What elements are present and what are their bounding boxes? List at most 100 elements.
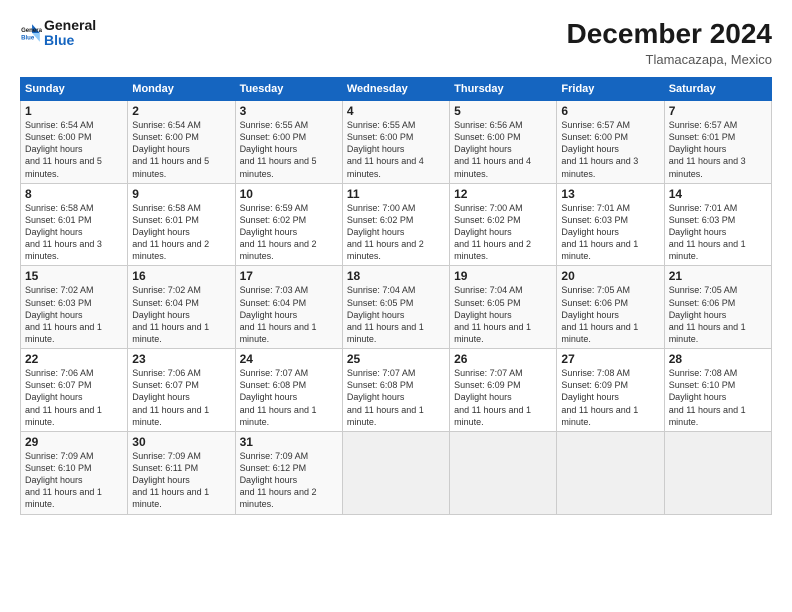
day-info: Sunrise: 6:56 AM Sunset: 6:00 PM Dayligh…	[454, 119, 552, 180]
sunset-label: Sunset: 6:09 PM	[454, 380, 521, 390]
logo-text-blue: Blue	[44, 33, 96, 48]
sunrise-label: Sunrise: 6:58 AM	[132, 203, 201, 213]
day-number: 11	[347, 187, 445, 201]
day-info: Sunrise: 7:03 AM Sunset: 6:04 PM Dayligh…	[240, 284, 338, 345]
daylight-label: Daylight hours	[669, 392, 727, 402]
daylight-value: and 11 hours and 1 minute.	[347, 405, 424, 427]
daylight-value: and 11 hours and 1 minute.	[561, 239, 638, 261]
day-info: Sunrise: 6:58 AM Sunset: 6:01 PM Dayligh…	[132, 202, 230, 263]
daylight-label: Daylight hours	[347, 227, 405, 237]
sunset-label: Sunset: 6:02 PM	[240, 215, 307, 225]
sunrise-label: Sunrise: 6:58 AM	[25, 203, 94, 213]
daylight-label: Daylight hours	[132, 227, 190, 237]
calendar-cell	[450, 431, 557, 514]
sunset-label: Sunset: 6:10 PM	[669, 380, 736, 390]
calendar-cell: 21 Sunrise: 7:05 AM Sunset: 6:06 PM Dayl…	[664, 266, 771, 349]
col-header-wednesday: Wednesday	[342, 78, 449, 101]
day-info: Sunrise: 7:08 AM Sunset: 6:09 PM Dayligh…	[561, 367, 659, 428]
day-number: 6	[561, 104, 659, 118]
daylight-label: Daylight hours	[669, 144, 727, 154]
calendar-cell: 7 Sunrise: 6:57 AM Sunset: 6:01 PM Dayli…	[664, 101, 771, 184]
sunrise-label: Sunrise: 6:54 AM	[132, 120, 201, 130]
daylight-value: and 11 hours and 1 minute.	[132, 322, 209, 344]
sunset-label: Sunset: 6:04 PM	[240, 298, 307, 308]
sunset-label: Sunset: 6:11 PM	[132, 463, 198, 473]
daylight-label: Daylight hours	[454, 392, 512, 402]
calendar-cell	[342, 431, 449, 514]
sunset-label: Sunset: 6:06 PM	[669, 298, 736, 308]
col-header-monday: Monday	[128, 78, 235, 101]
calendar-cell: 31 Sunrise: 7:09 AM Sunset: 6:12 PM Dayl…	[235, 431, 342, 514]
daylight-label: Daylight hours	[454, 227, 512, 237]
sunrise-label: Sunrise: 7:00 AM	[347, 203, 416, 213]
sunrise-label: Sunrise: 7:05 AM	[561, 285, 630, 295]
daylight-label: Daylight hours	[347, 144, 405, 154]
daylight-value: and 11 hours and 3 minutes.	[25, 239, 102, 261]
sunset-label: Sunset: 6:03 PM	[561, 215, 628, 225]
daylight-label: Daylight hours	[132, 392, 190, 402]
calendar-cell: 28 Sunrise: 7:08 AM Sunset: 6:10 PM Dayl…	[664, 349, 771, 432]
day-number: 30	[132, 435, 230, 449]
calendar-table: SundayMondayTuesdayWednesdayThursdayFrid…	[20, 77, 772, 515]
daylight-value: and 11 hours and 1 minute.	[561, 322, 638, 344]
calendar-week-row: 15 Sunrise: 7:02 AM Sunset: 6:03 PM Dayl…	[21, 266, 772, 349]
day-info: Sunrise: 7:05 AM Sunset: 6:06 PM Dayligh…	[669, 284, 767, 345]
day-info: Sunrise: 6:57 AM Sunset: 6:01 PM Dayligh…	[669, 119, 767, 180]
daylight-value: and 11 hours and 1 minute.	[25, 322, 102, 344]
sunrise-label: Sunrise: 7:09 AM	[132, 451, 201, 461]
sunrise-label: Sunrise: 6:54 AM	[25, 120, 94, 130]
calendar-week-row: 8 Sunrise: 6:58 AM Sunset: 6:01 PM Dayli…	[21, 183, 772, 266]
sunrise-label: Sunrise: 7:01 AM	[561, 203, 630, 213]
calendar-cell: 3 Sunrise: 6:55 AM Sunset: 6:00 PM Dayli…	[235, 101, 342, 184]
calendar-cell: 10 Sunrise: 6:59 AM Sunset: 6:02 PM Dayl…	[235, 183, 342, 266]
daylight-label: Daylight hours	[669, 310, 727, 320]
day-number: 27	[561, 352, 659, 366]
day-info: Sunrise: 7:00 AM Sunset: 6:02 PM Dayligh…	[347, 202, 445, 263]
daylight-label: Daylight hours	[347, 392, 405, 402]
sunset-label: Sunset: 6:01 PM	[25, 215, 92, 225]
day-info: Sunrise: 7:07 AM Sunset: 6:08 PM Dayligh…	[240, 367, 338, 428]
calendar-cell: 12 Sunrise: 7:00 AM Sunset: 6:02 PM Dayl…	[450, 183, 557, 266]
calendar-cell: 11 Sunrise: 7:00 AM Sunset: 6:02 PM Dayl…	[342, 183, 449, 266]
day-number: 19	[454, 269, 552, 283]
daylight-label: Daylight hours	[25, 310, 83, 320]
day-info: Sunrise: 7:07 AM Sunset: 6:08 PM Dayligh…	[347, 367, 445, 428]
daylight-label: Daylight hours	[561, 144, 619, 154]
sunrise-label: Sunrise: 7:06 AM	[132, 368, 201, 378]
calendar-cell: 26 Sunrise: 7:07 AM Sunset: 6:09 PM Dayl…	[450, 349, 557, 432]
calendar-page: General Blue General Blue December 2024 …	[0, 0, 792, 612]
calendar-cell: 24 Sunrise: 7:07 AM Sunset: 6:08 PM Dayl…	[235, 349, 342, 432]
sunrise-label: Sunrise: 6:59 AM	[240, 203, 309, 213]
sunset-label: Sunset: 6:09 PM	[561, 380, 628, 390]
daylight-label: Daylight hours	[454, 310, 512, 320]
sunset-label: Sunset: 6:01 PM	[669, 132, 736, 142]
daylight-value: and 11 hours and 1 minute.	[347, 322, 424, 344]
calendar-cell: 14 Sunrise: 7:01 AM Sunset: 6:03 PM Dayl…	[664, 183, 771, 266]
calendar-cell: 13 Sunrise: 7:01 AM Sunset: 6:03 PM Dayl…	[557, 183, 664, 266]
sunset-label: Sunset: 6:00 PM	[240, 132, 307, 142]
sunset-label: Sunset: 6:10 PM	[25, 463, 92, 473]
day-info: Sunrise: 7:02 AM Sunset: 6:03 PM Dayligh…	[25, 284, 123, 345]
calendar-header-row: SundayMondayTuesdayWednesdayThursdayFrid…	[21, 78, 772, 101]
calendar-cell: 18 Sunrise: 7:04 AM Sunset: 6:05 PM Dayl…	[342, 266, 449, 349]
daylight-value: and 11 hours and 1 minute.	[240, 405, 317, 427]
day-number: 5	[454, 104, 552, 118]
calendar-cell: 5 Sunrise: 6:56 AM Sunset: 6:00 PM Dayli…	[450, 101, 557, 184]
sunrise-label: Sunrise: 7:07 AM	[240, 368, 309, 378]
daylight-label: Daylight hours	[25, 144, 83, 154]
sunrise-label: Sunrise: 7:09 AM	[240, 451, 309, 461]
daylight-label: Daylight hours	[132, 310, 190, 320]
day-number: 14	[669, 187, 767, 201]
calendar-cell: 8 Sunrise: 6:58 AM Sunset: 6:01 PM Dayli…	[21, 183, 128, 266]
calendar-cell: 4 Sunrise: 6:55 AM Sunset: 6:00 PM Dayli…	[342, 101, 449, 184]
sunrise-label: Sunrise: 7:08 AM	[669, 368, 738, 378]
calendar-week-row: 29 Sunrise: 7:09 AM Sunset: 6:10 PM Dayl…	[21, 431, 772, 514]
day-info: Sunrise: 7:01 AM Sunset: 6:03 PM Dayligh…	[669, 202, 767, 263]
sunset-label: Sunset: 6:02 PM	[454, 215, 521, 225]
day-info: Sunrise: 6:54 AM Sunset: 6:00 PM Dayligh…	[132, 119, 230, 180]
daylight-label: Daylight hours	[240, 392, 298, 402]
calendar-cell: 2 Sunrise: 6:54 AM Sunset: 6:00 PM Dayli…	[128, 101, 235, 184]
sunset-label: Sunset: 6:08 PM	[240, 380, 307, 390]
sunset-label: Sunset: 6:00 PM	[561, 132, 628, 142]
sunset-label: Sunset: 6:05 PM	[454, 298, 521, 308]
